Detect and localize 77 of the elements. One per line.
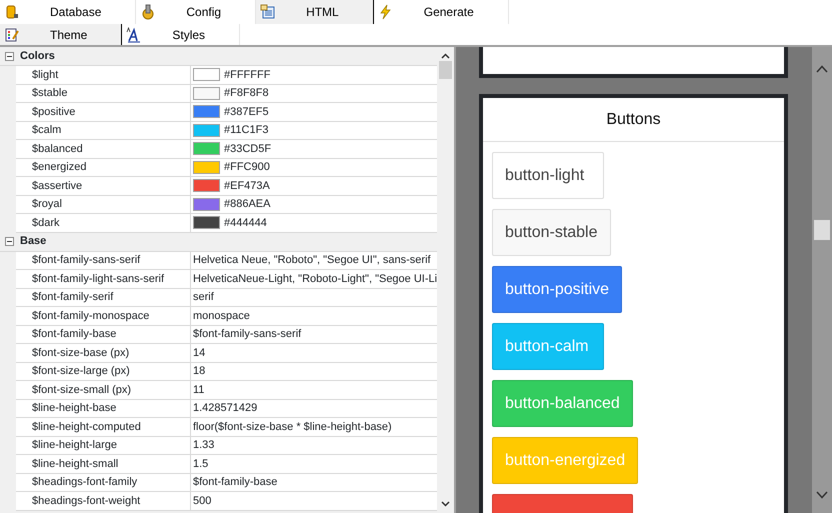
color-swatch[interactable] bbox=[193, 160, 220, 174]
collapse-icon[interactable] bbox=[5, 52, 14, 60]
property-value[interactable]: #387EF5 bbox=[224, 104, 269, 120]
color-swatch[interactable] bbox=[193, 216, 220, 230]
property-value[interactable]: #444444 bbox=[224, 214, 267, 231]
tab[interactable]: HTML bbox=[256, 0, 374, 24]
preview-button[interactable]: button-stable bbox=[492, 209, 611, 256]
tab[interactable]: Styles bbox=[122, 24, 240, 45]
scrollbar-thumb[interactable] bbox=[439, 61, 452, 79]
document-icon bbox=[260, 4, 276, 20]
property-name: $balanced bbox=[16, 140, 191, 158]
property-value[interactable]: #11C1F3 bbox=[224, 122, 268, 138]
property-value[interactable]: #886AEA bbox=[224, 196, 270, 212]
property-value[interactable]: 1.33 bbox=[193, 437, 214, 454]
property-name: $energized bbox=[16, 158, 191, 176]
property-value[interactable]: 1.5 bbox=[193, 456, 208, 472]
property-value[interactable]: 1.428571429 bbox=[193, 400, 258, 416]
category-heading: Base bbox=[20, 234, 46, 250]
property-value[interactable]: floor($font-size-base * $line-height-base) bbox=[193, 418, 392, 435]
property-value[interactable]: 500 bbox=[193, 492, 212, 509]
property-name: $font-family-sans-serif bbox=[16, 252, 191, 269]
property-name: $font-size-small (px) bbox=[16, 381, 191, 398]
property-value[interactable]: #FFC900 bbox=[224, 159, 270, 176]
database-icon bbox=[4, 4, 20, 20]
property-value[interactable]: serif bbox=[193, 289, 214, 306]
chevron-down-icon[interactable] bbox=[816, 491, 828, 499]
property-name: $positive bbox=[16, 103, 191, 120]
property-value[interactable]: monospace bbox=[193, 308, 250, 324]
color-swatch[interactable] bbox=[193, 86, 220, 100]
preview-button[interactable]: button-light bbox=[492, 152, 604, 199]
property-value[interactable]: 14 bbox=[193, 344, 206, 361]
property-value[interactable]: $font-family-base bbox=[193, 474, 278, 490]
property-name: $font-family-light-sans-serif bbox=[16, 270, 191, 288]
palette-document-icon bbox=[4, 26, 20, 42]
property-name: $calm bbox=[16, 122, 191, 139]
property-name: $headings-font-family bbox=[16, 474, 191, 491]
color-swatch[interactable] bbox=[193, 142, 220, 156]
property-value[interactable]: #EF473A bbox=[224, 178, 270, 194]
property-name: $dark bbox=[16, 214, 191, 232]
property-name: $line-height-small bbox=[16, 455, 191, 472]
tab[interactable]: Theme bbox=[0, 24, 122, 45]
property-name: $headings-font-weight bbox=[16, 492, 191, 510]
color-swatch[interactable] bbox=[193, 198, 220, 211]
property-name: $line-height-base bbox=[16, 400, 191, 417]
property-value[interactable]: HelveticaNeue-Light, "Roboto-Light", "Segoe UI-Li bbox=[193, 270, 437, 287]
category-heading: Colors bbox=[20, 48, 55, 64]
property-name: $light bbox=[16, 66, 191, 84]
property-name: $line-height-computed bbox=[16, 418, 191, 436]
preview-button[interactable]: button-positive bbox=[492, 266, 622, 313]
property-value[interactable]: #F8F8F8 bbox=[224, 85, 269, 102]
chevron-down-icon[interactable] bbox=[441, 501, 450, 507]
color-swatch[interactable] bbox=[193, 179, 220, 192]
color-swatch[interactable] bbox=[193, 68, 220, 82]
property-value[interactable]: $font-family-sans-serif bbox=[193, 326, 302, 342]
color-swatch[interactable] bbox=[193, 124, 220, 137]
chevron-up-icon[interactable] bbox=[441, 53, 450, 59]
property-name: $stable bbox=[16, 84, 191, 102]
tab[interactable]: Generate bbox=[374, 0, 509, 24]
property-value[interactable]: Helvetica Neue, "Roboto", "Segoe UI", sans-serif bbox=[193, 252, 431, 268]
color-swatch[interactable] bbox=[193, 105, 220, 118]
property-name: $royal bbox=[16, 196, 191, 213]
collapse-icon[interactable] bbox=[5, 237, 14, 246]
property-name: $font-size-base (px) bbox=[16, 344, 191, 362]
font-style-icon bbox=[126, 26, 142, 42]
property-name: $assertive bbox=[16, 177, 191, 194]
chevron-up-icon[interactable] bbox=[816, 65, 828, 73]
card-title: Buttons bbox=[483, 98, 784, 142]
property-name: $line-height-large bbox=[16, 436, 191, 454]
property-value[interactable]: #33CD5F bbox=[224, 140, 272, 157]
property-value[interactable]: #FFFFFF bbox=[224, 66, 270, 83]
property-value[interactable]: 11 bbox=[193, 382, 204, 398]
property-name: $font-size-large (px) bbox=[16, 362, 191, 380]
property-name: $font-family-monospace bbox=[16, 307, 191, 324]
property-name: $font-family-base bbox=[16, 326, 191, 343]
scrollbar-thumb[interactable] bbox=[814, 220, 830, 240]
property-name: $font-family-serif bbox=[16, 288, 191, 306]
property-value[interactable]: 18 bbox=[193, 363, 206, 380]
